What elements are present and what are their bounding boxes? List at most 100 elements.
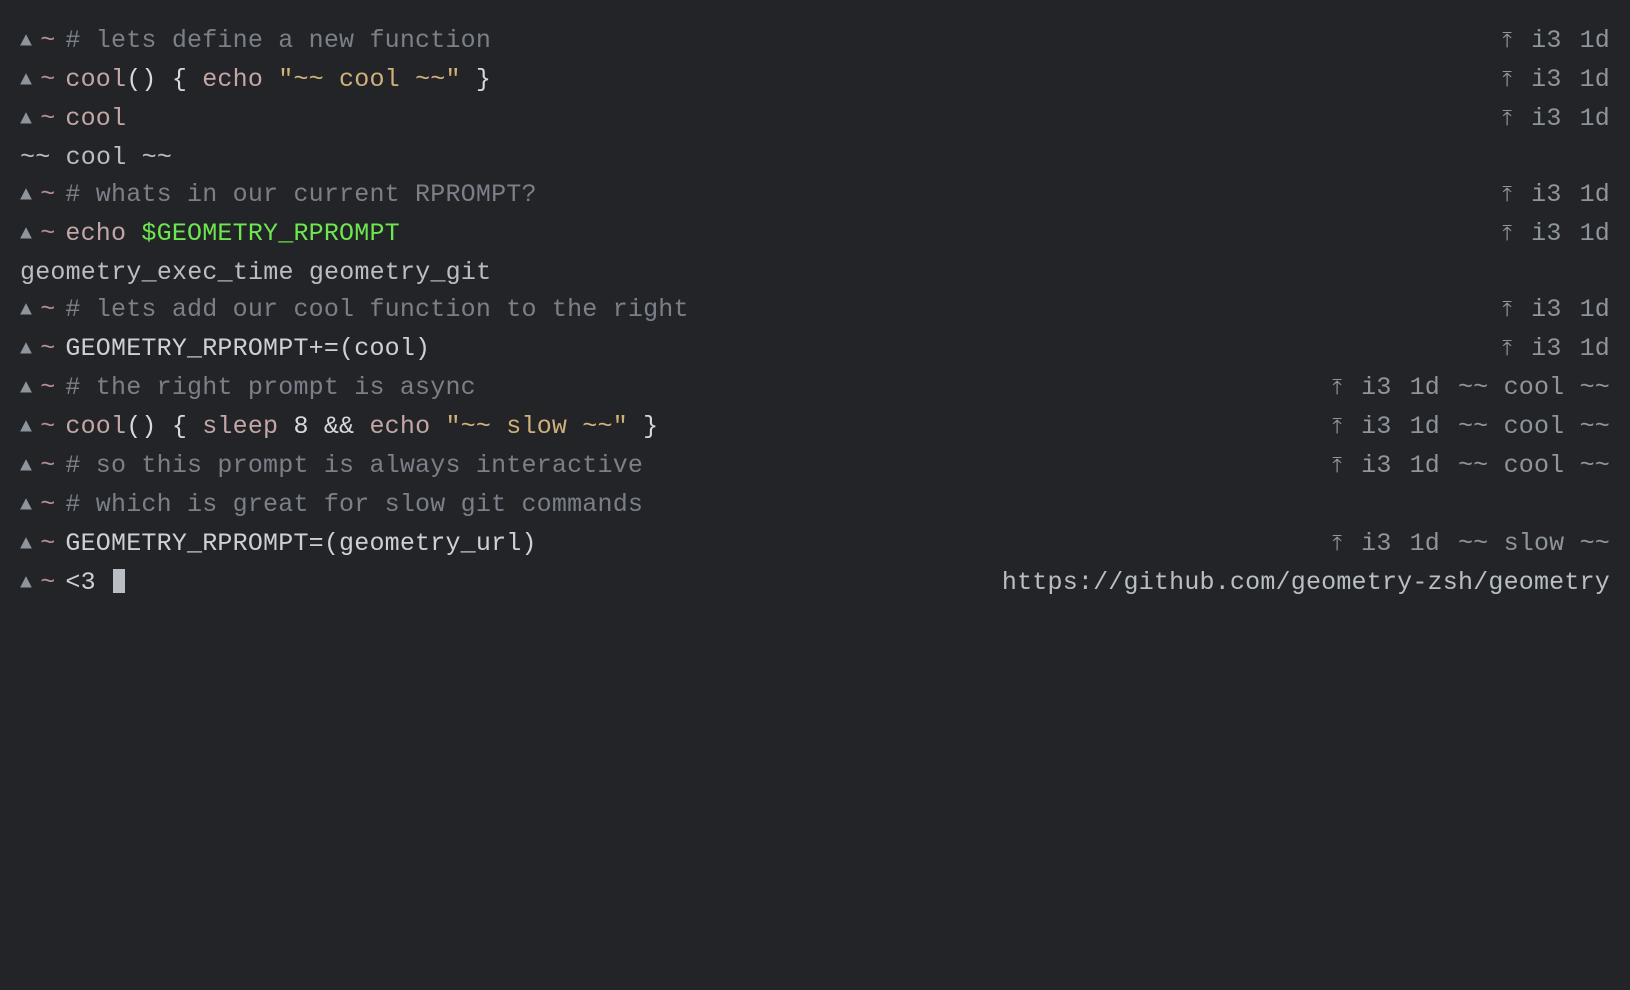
prompt-path: ~ [40, 568, 55, 597]
segment: echo [202, 65, 263, 94]
geometry-git-branch: i3 [1346, 451, 1392, 480]
geometry-git-icon: ⤒ [1502, 223, 1512, 247]
prompt-line: ▲ ~ # lets define a new function ⤒ i31d [20, 22, 1610, 61]
rprompt-slow: ~~ slow ~~ [1458, 529, 1610, 558]
rprompt-cool: ~~ cool ~~ [1458, 451, 1610, 480]
segment: cool [65, 104, 126, 133]
rprompt: ⤒ i3 1d [1502, 330, 1610, 369]
geometry-exec-time: 1d [1410, 451, 1440, 480]
prompt-line: ▲~# the right prompt is async⤒ i31d~~ co… [20, 369, 1610, 408]
segment [263, 65, 278, 94]
segment: cool [65, 412, 126, 441]
segment [430, 412, 445, 441]
prompt-path: ~ [40, 412, 55, 441]
line-left: ▲~echo $GEOMETRY_RPROMPT [20, 215, 400, 254]
line-left: ▲ ~ # the right prompt is async [20, 369, 476, 408]
segment: echo [65, 219, 126, 248]
segment: && [309, 412, 370, 441]
geometry-git-branch: i3 [1516, 334, 1562, 363]
prompt-line: ▲~GEOMETRY_RPROMPT=(geometry_url)⤒ i31d~… [20, 525, 1610, 564]
prompt-triangle-icon: ▲ [20, 409, 32, 446]
rprompt: ⤒ i31d~~ cool ~~ [1332, 408, 1610, 447]
prompt-path: ~ [40, 180, 55, 209]
segment: cool [65, 65, 126, 94]
line-left: ▲ ~ # lets define a new function [20, 22, 491, 61]
segment: <3 [65, 568, 111, 597]
geometry-git-icon: ⤒ [1502, 338, 1512, 362]
prompt-path: ~ [40, 26, 55, 55]
prompt-path: ~ [40, 373, 55, 402]
rprompt: ⤒ i31d [1502, 291, 1610, 330]
prompt-triangle-icon: ▲ [20, 292, 32, 329]
rprompt-cool: ~~ cool ~~ [1458, 373, 1610, 402]
geometry-git-icon: ⤒ [1502, 30, 1512, 54]
geometry-exec-time: 1d [1580, 334, 1610, 363]
geometry-exec-time: 1d [1580, 65, 1610, 94]
segment [278, 412, 293, 441]
prompt-triangle-icon: ▲ [20, 331, 32, 368]
rprompt: ⤒ i3 1d [1502, 176, 1610, 215]
geometry-git-branch: i3 [1346, 412, 1392, 441]
cursor[interactable] [113, 569, 125, 593]
segment: } [628, 412, 658, 441]
segment: # so this prompt is always interactive [65, 451, 643, 480]
prompt-line: ▲~# which is great for slow git commands [20, 486, 1610, 525]
geometry-git-icon: ⤒ [1332, 377, 1342, 401]
rprompt: https://github.com/geometry-zsh/geometry [1002, 564, 1610, 601]
segment: () { [126, 65, 202, 94]
rprompt: ⤒ i3 1d [1502, 215, 1610, 254]
geometry-git-branch: i3 [1516, 295, 1562, 324]
prompt-path: ~ [40, 65, 55, 94]
prompt-line: ▲~# whats in our current RPROMPT?⤒ i31d [20, 176, 1610, 215]
geometry-git-branch: i3 [1346, 529, 1392, 558]
prompt-triangle-icon: ▲ [20, 565, 32, 602]
prompt-triangle-icon: ▲ [20, 448, 32, 485]
rprompt-cool: ~~ cool ~~ [1458, 412, 1610, 441]
prompt-triangle-icon: ▲ [20, 526, 32, 563]
prompt-triangle-icon: ▲ [20, 487, 32, 524]
segment: "~~ slow ~~" [445, 412, 627, 441]
line-left: ▲ ~ <3 [20, 564, 125, 603]
terminal[interactable]: ▲~# lets define a new function⤒ i31d▲~co… [20, 22, 1610, 603]
segment: # lets add our cool function to the righ… [65, 295, 688, 324]
geometry-git-branch: i3 [1516, 180, 1562, 209]
line-left: ▲~# so this prompt is always interactive [20, 447, 643, 486]
segment: 8 [293, 412, 308, 441]
line-left: ▲~cool() { sleep 8 && echo "~~ slow ~~" … [20, 408, 658, 447]
geometry-git-icon: ⤒ [1502, 299, 1512, 323]
geometry-exec-time: 1d [1580, 219, 1610, 248]
rprompt: ⤒ i31d [1502, 22, 1610, 61]
segment: echo [369, 412, 430, 441]
geometry-exec-time: 1d [1410, 412, 1440, 441]
rprompt: ⤒ i3 1d ~~ cool ~~ [1332, 447, 1610, 486]
prompt-line: ▲ ~ <3 https://github.com/geometry-zsh/geo… [20, 564, 1610, 603]
geometry-git-icon: ⤒ [1502, 108, 1512, 132]
prompt-triangle-icon: ▲ [20, 23, 32, 60]
geometry-exec-time: 1d [1410, 529, 1440, 558]
rprompt: ⤒ i31d~~ slow ~~ [1332, 525, 1610, 564]
segment: "~~ cool ~~" [278, 65, 460, 94]
rprompt: ⤒ i3 1d [1502, 61, 1610, 100]
rprompt-url: https://github.com/geometry-zsh/geometry [1002, 568, 1610, 597]
geometry-git-icon: ⤒ [1502, 69, 1512, 93]
segment: () { [126, 412, 202, 441]
prompt-line: ▲~GEOMETRY_RPROMPT+=(cool)⤒ i31d [20, 330, 1610, 369]
prompt-path: ~ [40, 219, 55, 248]
geometry-git-icon: ⤒ [1502, 184, 1512, 208]
prompt-triangle-icon: ▲ [20, 370, 32, 407]
prompt-triangle-icon: ▲ [20, 101, 32, 138]
prompt-path: ~ [40, 334, 55, 363]
prompt-path: ~ [40, 529, 55, 558]
prompt-line: ▲~echo $GEOMETRY_RPROMPT⤒ i31d [20, 215, 1610, 254]
geometry-git-branch: i3 [1516, 65, 1562, 94]
prompt-path: ~ [40, 104, 55, 133]
geometry-git-branch: i3 [1516, 219, 1562, 248]
line-left: ▲~# lets add our cool function to the ri… [20, 291, 689, 330]
segment: # lets define a new function [65, 26, 491, 55]
line-left: ▲~# whats in our current RPROMPT? [20, 176, 537, 215]
geometry-git-icon: ⤒ [1332, 455, 1342, 479]
segment: # whats in our current RPROMPT? [65, 180, 536, 209]
segment: # the right prompt is async [65, 373, 475, 402]
segment: geometry_exec_time geometry_git [20, 258, 491, 287]
geometry-exec-time: 1d [1580, 180, 1610, 209]
